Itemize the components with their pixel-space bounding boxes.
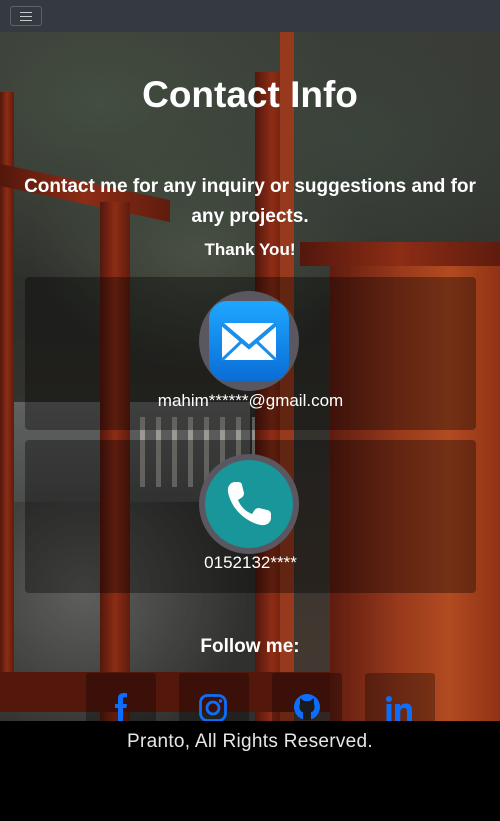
footer-copyright: Pranto, All Rights Reserved.	[126, 731, 373, 752]
phone-icon[interactable]	[205, 460, 293, 548]
intro-text: Contact me for any inquiry or suggestion…	[24, 176, 476, 227]
thanks-text: Thank You!	[204, 240, 296, 259]
mail-icon[interactable]	[209, 301, 289, 381]
facebook-icon	[115, 693, 127, 721]
phone-icon-circle	[199, 454, 299, 554]
follow-label: Follow me:	[200, 636, 300, 657]
linkedin-link[interactable]	[365, 673, 435, 721]
email-address: mahim******@gmail.com	[157, 391, 344, 410]
facebook-link[interactable]	[86, 673, 156, 721]
email-card: mahim******@gmail.com	[25, 277, 476, 430]
navbar	[0, 0, 500, 32]
page-title: Contact Info	[142, 74, 358, 115]
instagram-icon	[199, 694, 227, 721]
hero-section: Contact Info Contact me for any inquiry …	[0, 32, 500, 721]
email-icon-circle	[199, 291, 299, 391]
phone-card: 0152132****	[25, 440, 476, 593]
github-link[interactable]	[272, 673, 342, 721]
footer: Pranto, All Rights Reserved.	[0, 721, 500, 821]
instagram-link[interactable]	[179, 673, 249, 721]
navbar-toggle-button[interactable]	[10, 6, 42, 26]
hamburger-icon	[20, 12, 32, 21]
github-icon	[294, 694, 320, 720]
phone-number: 0152132****	[204, 553, 297, 572]
linkedin-icon	[386, 696, 412, 721]
